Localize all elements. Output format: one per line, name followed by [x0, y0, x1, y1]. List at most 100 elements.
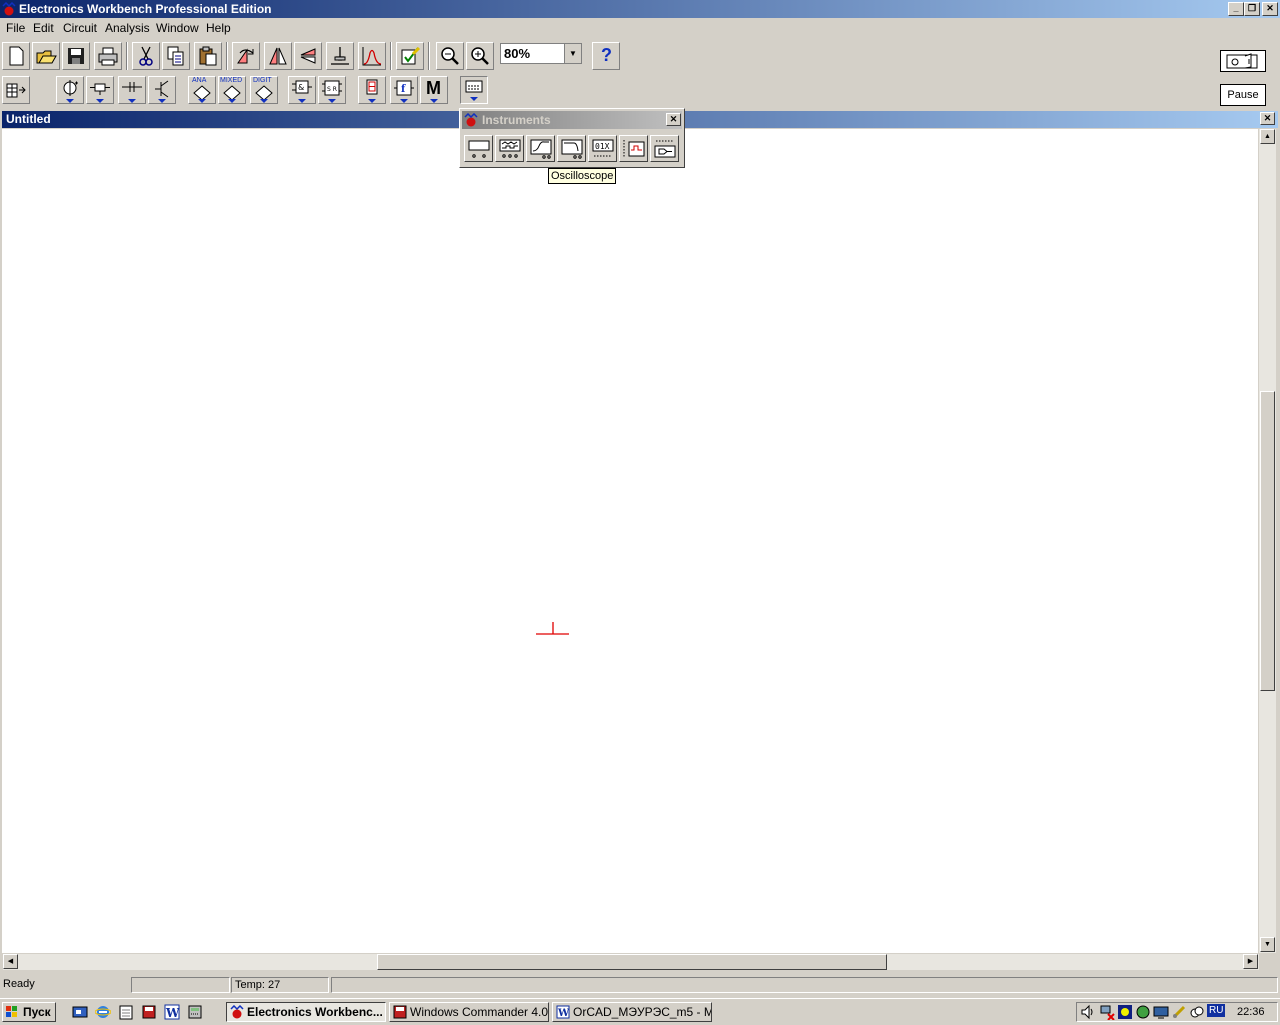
mixed-ics-bin-button[interactable]: MIXED [218, 76, 246, 104]
power-switch[interactable] [1220, 50, 1266, 72]
document-close-button[interactable]: ✕ [1260, 112, 1275, 125]
tray-app-icon[interactable] [1135, 1004, 1151, 1020]
vertical-scroll-thumb[interactable] [1260, 391, 1275, 691]
paste-button[interactable] [194, 42, 222, 70]
scroll-left-button[interactable]: ◀ [3, 954, 18, 969]
basic-bin-button[interactable] [86, 76, 114, 104]
zoom-in-button[interactable] [466, 42, 494, 70]
status-message-pane [331, 977, 1278, 993]
new-button[interactable] [2, 42, 30, 70]
analog-ics-bin-button[interactable]: ANA [188, 76, 216, 104]
notepad-icon[interactable] [118, 1004, 134, 1020]
menu-circuit[interactable]: Circuit [63, 21, 97, 35]
flip-horizontal-button[interactable] [264, 42, 292, 70]
task-orcad-word[interactable]: W OrCAD_МЭУРЭС_m5 - Mi... [552, 1002, 712, 1022]
component-properties-button[interactable] [396, 42, 424, 70]
multimeter-button[interactable] [464, 135, 493, 162]
oscilloscope-button[interactable] [526, 135, 555, 162]
ana-label: ANA [192, 77, 207, 84]
antivirus-icon[interactable] [1117, 1004, 1133, 1020]
menu-window[interactable]: Window [156, 21, 199, 35]
transistors-bin-button[interactable] [148, 76, 176, 104]
start-label: Пуск [23, 1005, 51, 1019]
chevron-down-icon[interactable]: ▼ [564, 44, 581, 63]
copy-button[interactable] [162, 42, 190, 70]
status-ready: Ready [3, 978, 35, 990]
document-title: Untitled [6, 112, 51, 126]
help-button[interactable]: ? [592, 42, 620, 70]
task-windows-commander[interactable]: Windows Commander 4.0... [389, 1002, 549, 1022]
miscellaneous-bin-button[interactable]: M [420, 76, 448, 104]
print-button[interactable] [94, 42, 122, 70]
clock: 22:36 [1237, 1006, 1265, 1018]
controls-icon: f [394, 80, 414, 103]
controls-bin-button[interactable]: f [390, 76, 418, 104]
horizontal-scrollbar[interactable]: ◀ ▶ [3, 954, 1259, 970]
display-icon[interactable] [1153, 1004, 1169, 1020]
bode-plotter-icon [561, 139, 583, 159]
scroll-up-button[interactable]: ▲ [1260, 129, 1275, 144]
bode-plotter-button[interactable] [557, 135, 586, 162]
floppy-icon [393, 1005, 407, 1019]
flip-horizontal-icon [269, 47, 287, 65]
zoom-in-icon [471, 47, 489, 65]
sources-bin-button[interactable] [56, 76, 84, 104]
instruments-title-bar[interactable]: Instruments ✕ [462, 111, 682, 129]
internet-explorer-icon[interactable] [95, 1004, 111, 1020]
component-properties-icon [401, 46, 421, 65]
graph-button[interactable] [358, 42, 386, 70]
circuit-canvas[interactable] [2, 129, 1258, 953]
func-label: f [401, 84, 406, 95]
logic-converter-button[interactable] [650, 135, 679, 162]
language-indicator[interactable]: RU [1207, 1004, 1226, 1017]
scroll-down-button[interactable]: ▼ [1260, 937, 1275, 952]
zoom-out-button[interactable] [436, 42, 464, 70]
volume-icon[interactable] [1080, 1004, 1096, 1020]
instruments-close-button[interactable]: ✕ [666, 113, 681, 126]
close-button[interactable]: ✕ [1262, 2, 1278, 16]
network-disconnected-icon[interactable] [1099, 1004, 1115, 1020]
sources-icon [63, 80, 78, 103]
app-icon [464, 113, 478, 127]
svg-text:&: & [298, 83, 304, 92]
vertical-scrollbar[interactable]: ▲ ▼ [1259, 129, 1276, 953]
diodes-bin-button[interactable] [118, 76, 146, 104]
ground-icon[interactable] [536, 622, 569, 635]
horizontal-scroll-thumb[interactable] [377, 954, 887, 970]
toolbar-separator [390, 42, 392, 70]
task-label: Windows Commander 4.0... [410, 1005, 549, 1019]
indicators-bin-button[interactable] [358, 76, 386, 104]
task-electronics-workbench[interactable]: Electronics Workbenc... [226, 1002, 386, 1022]
save-button[interactable] [62, 42, 90, 70]
menu-analysis[interactable]: Analysis [105, 21, 150, 35]
zoom-select[interactable]: 80% ▼ [500, 43, 582, 64]
digital-bin-button[interactable]: S R [318, 76, 346, 104]
rotate-icon [237, 48, 254, 64]
menu-help[interactable]: Help [206, 21, 231, 35]
logic-gates-bin-button[interactable]: & [288, 76, 316, 104]
show-desktop-icon[interactable] [72, 1004, 88, 1020]
rotate-button[interactable] [232, 42, 260, 70]
word-icon[interactable]: W [164, 1004, 180, 1020]
calculator-icon[interactable] [187, 1004, 203, 1020]
open-button[interactable] [32, 42, 60, 70]
function-generator-button[interactable] [495, 135, 524, 162]
parts-bin-toggle-button[interactable] [2, 76, 30, 104]
cut-button[interactable] [132, 42, 160, 70]
tray-tool-icon[interactable] [1171, 1004, 1187, 1020]
digital-ics-bin-button[interactable]: DIGIT [250, 76, 278, 104]
menu-edit[interactable]: Edit [33, 21, 54, 35]
scroll-right-button[interactable]: ▶ [1243, 954, 1258, 969]
tray-cloud-icon[interactable] [1189, 1004, 1205, 1020]
floppy-icon[interactable] [141, 1004, 157, 1020]
logic-analyzer-button[interactable] [619, 135, 648, 162]
restore-button[interactable]: ❐ [1244, 2, 1260, 16]
minimize-button[interactable]: _ [1228, 2, 1244, 16]
flip-vertical-button[interactable] [294, 42, 322, 70]
menu-file[interactable]: File [6, 21, 25, 35]
subcircuit-button[interactable] [326, 42, 354, 70]
word-generator-button[interactable]: 01X [588, 135, 617, 162]
mixed-label: MIXED [220, 77, 243, 84]
start-button[interactable]: Пуск [2, 1002, 56, 1022]
instruments-bin-button[interactable] [460, 76, 488, 104]
